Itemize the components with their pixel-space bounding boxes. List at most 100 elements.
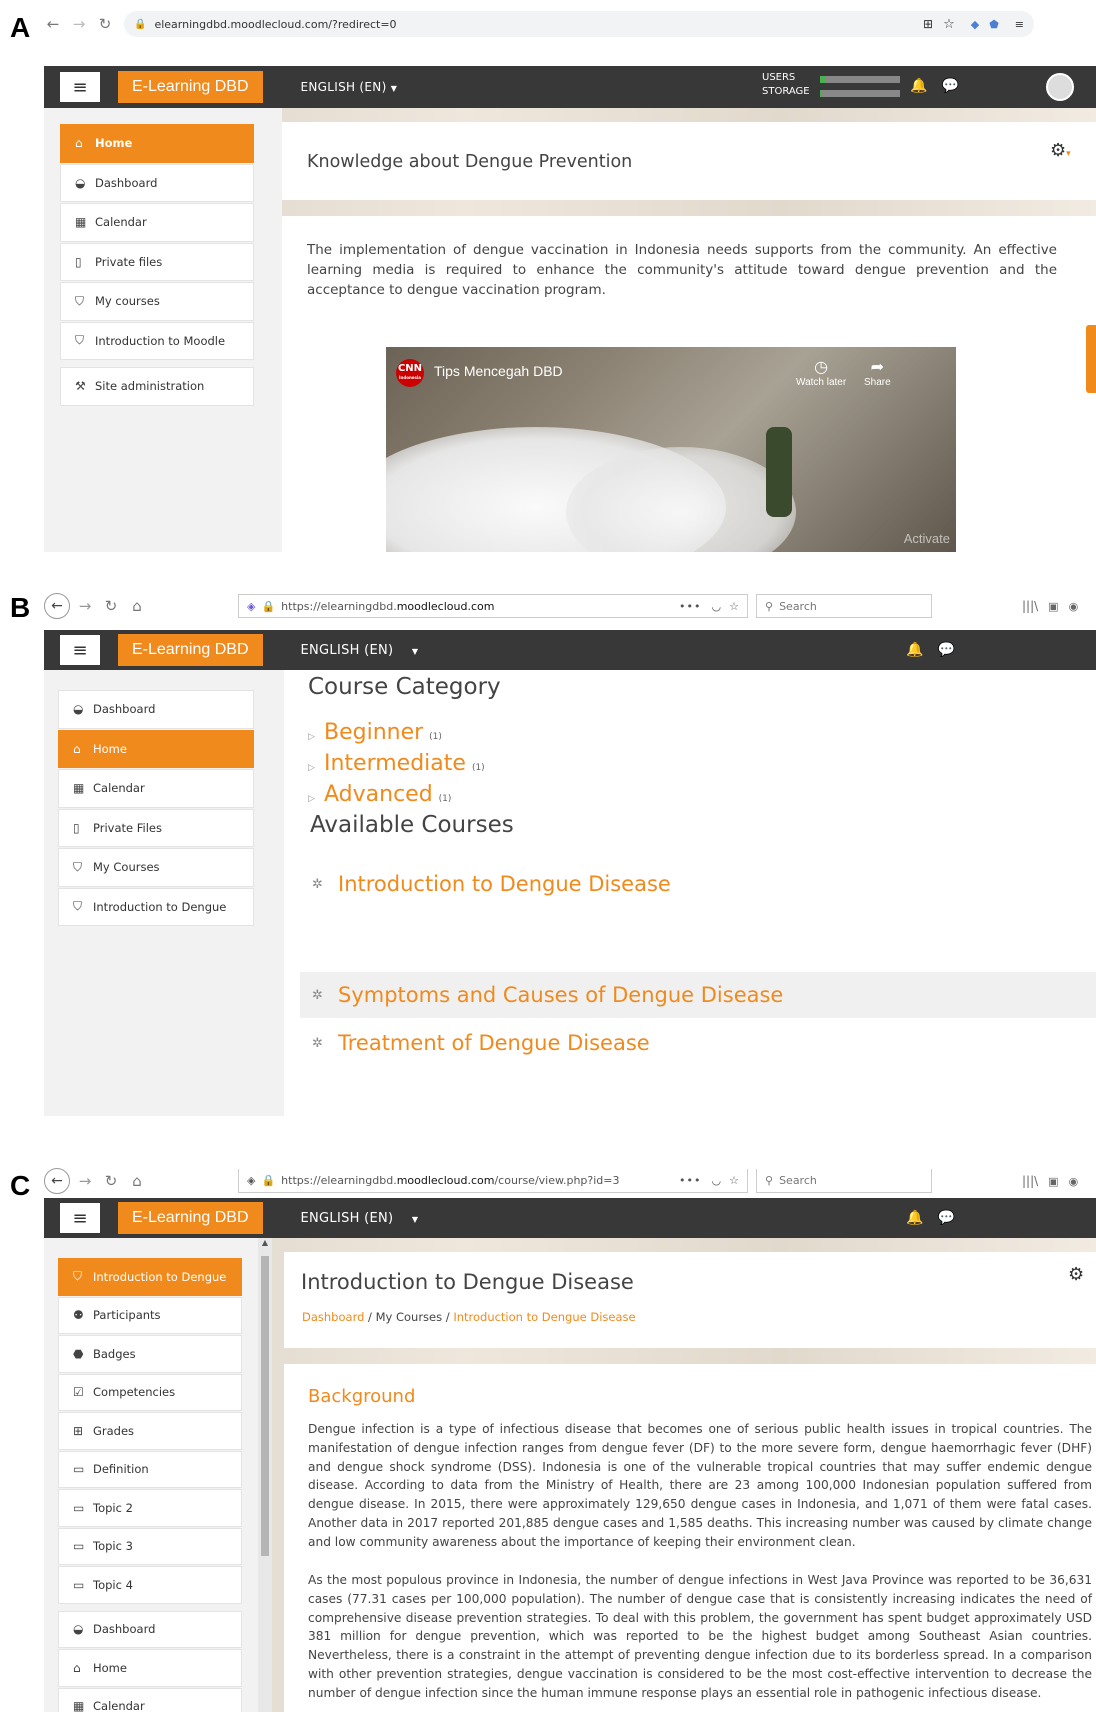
menu-toggle-icon[interactable]: ≡	[60, 72, 100, 102]
expand-caret-icon[interactable]: ▷	[308, 732, 324, 742]
brand-logo[interactable]: E-Learning DBD	[118, 1202, 263, 1234]
expand-caret-icon[interactable]: ▷	[308, 763, 324, 773]
pocket-icon[interactable]: ◡	[712, 600, 722, 613]
category-item[interactable]: ▷ Intermediate (1)	[308, 751, 485, 782]
course-item[interactable]: ✲ Introduction to Dengue Disease	[300, 864, 1096, 904]
watch-later-button[interactable]: ◷ Watch later	[796, 357, 846, 388]
sidebar-item-definition[interactable]: ▭ Definition	[58, 1450, 242, 1488]
account-icon[interactable]: ◉	[1069, 600, 1079, 613]
gear-icon[interactable]: ⚙	[1068, 1264, 1084, 1285]
sidebar-item-private-files[interactable]: ▯ Private files	[60, 242, 254, 281]
language-menu[interactable]: ENGLISH (EN) ▼	[301, 80, 398, 94]
translate-icon[interactable]: ⊞	[923, 17, 933, 31]
menu-toggle-icon[interactable]: ≡	[60, 635, 100, 665]
gear-icon[interactable]: ⚙▾	[1050, 140, 1071, 161]
sidebar-item-dashboard[interactable]: ◒ Dashboard	[58, 690, 254, 729]
star-icon[interactable]: ☆	[943, 17, 955, 32]
sidebar-item-badges[interactable]: ⬣ Badges	[58, 1335, 242, 1373]
avatar[interactable]	[1046, 73, 1074, 101]
category-item[interactable]: ▷ Advanced (1)	[308, 782, 485, 813]
more-icon[interactable]: •••	[679, 1174, 701, 1187]
bell-icon[interactable]: 🔔	[910, 78, 927, 94]
language-menu[interactable]: ENGLISH (EN) ▼	[301, 643, 419, 658]
address-bar[interactable]: 🔒 elearningdbd.moodlecloud.com/?redirect…	[124, 11, 1034, 37]
more-icon[interactable]: •••	[679, 600, 701, 613]
home-icon[interactable]: ⌂	[128, 1172, 146, 1190]
course-item[interactable]: ✲ Treatment of Dengue Disease	[300, 1020, 1096, 1066]
sidebar-item-home[interactable]: ⌂ Home	[58, 729, 254, 768]
address-bar[interactable]: ◈ 🔒 https://elearningdbd. moodlecloud.com…	[238, 1169, 748, 1193]
share-button[interactable]: ➦ Share	[864, 357, 891, 388]
scrollbar-thumb[interactable]	[261, 1256, 269, 1556]
library-icon[interactable]: |||\	[1022, 599, 1038, 613]
sidebar-item-dashboard[interactable]: ◒ Dashboard	[60, 163, 254, 202]
sidebar-item-introduction-to-dengue[interactable]: ⛉ Introduction to Dengue	[58, 1258, 242, 1296]
home-icon[interactable]: ⌂	[128, 597, 146, 615]
bell-icon[interactable]: 🔔	[906, 1210, 923, 1226]
sidebar-item-competencies[interactable]: ☑ Competencies	[58, 1373, 242, 1411]
sidebar-item-topic-2[interactable]: ▭ Topic 2	[58, 1489, 242, 1527]
back-icon[interactable]: ←	[44, 1168, 70, 1194]
account-icon[interactable]: ◉	[1069, 1175, 1079, 1188]
sidebar-item-calendar[interactable]: ▦ Calendar	[58, 769, 254, 808]
chat-icon[interactable]: 💬	[941, 78, 958, 94]
course-item[interactable]: ✲ Symptoms and Causes of Dengue Disease	[300, 972, 1096, 1018]
sidebar-item-topic-4[interactable]: ▭ Topic 4	[58, 1566, 242, 1604]
forward-icon[interactable]: →	[76, 1172, 94, 1190]
back-icon[interactable]: ←	[44, 593, 70, 619]
star-icon[interactable]: ☆	[729, 1174, 739, 1187]
sidebar-item-introduction-to-dengue[interactable]: ⛉ Introduction to Dengue	[58, 887, 254, 926]
sidebar-icon[interactable]: ▣	[1048, 600, 1058, 613]
course-link[interactable]: Symptoms and Causes of Dengue Disease	[338, 983, 783, 1007]
reload-icon[interactable]: ↻	[102, 597, 120, 615]
bell-icon[interactable]: 🔔	[906, 642, 923, 658]
language-menu[interactable]: ENGLISH (EN) ▼	[301, 1211, 419, 1226]
menu-toggle-icon[interactable]: ≡	[60, 1203, 100, 1233]
pocket-icon[interactable]: ◡	[712, 1174, 722, 1187]
reload-icon[interactable]: ↻	[96, 15, 114, 33]
sidebar-item-grades[interactable]: ⊞ Grades	[58, 1412, 242, 1450]
category-item[interactable]: ▷ Beginner (1)	[308, 720, 485, 751]
course-link[interactable]: Treatment of Dengue Disease	[338, 1031, 650, 1055]
sidebar-item-my-courses[interactable]: ⛉ My Courses	[58, 848, 254, 887]
sidebar-item-dashboard[interactable]: ◒ Dashboard	[58, 1610, 242, 1648]
course-link[interactable]: Introduction to Dengue Disease	[338, 872, 671, 896]
breadcrumb-item[interactable]: Dashboard	[302, 1310, 364, 1324]
category-link[interactable]: Beginner	[324, 720, 423, 745]
chat-icon[interactable]: 💬	[937, 1210, 954, 1226]
library-icon[interactable]: |||\	[1022, 1174, 1038, 1188]
chat-icon[interactable]: 💬	[937, 642, 954, 658]
expand-caret-icon[interactable]: ▷	[308, 794, 324, 804]
star-icon[interactable]: ☆	[729, 600, 739, 613]
address-bar[interactable]: ◈ 🔒 https://elearningdbd. moodlecloud.com…	[238, 594, 748, 618]
brand-logo[interactable]: E-Learning DBD	[118, 634, 263, 666]
extension-icon[interactable]: ⬟	[989, 18, 999, 31]
sidebar-item-private-files[interactable]: ▯ Private Files	[58, 808, 254, 847]
brand-logo[interactable]: E-Learning DBD	[118, 71, 263, 103]
sidebar-item-home[interactable]: ⌂ Home	[58, 1649, 242, 1687]
back-icon[interactable]: ←	[44, 15, 62, 33]
sidebar-item-calendar[interactable]: ▦ Calendar	[60, 203, 254, 242]
search-input[interactable]: ⚲ Search	[756, 1169, 932, 1193]
scroll-up-icon[interactable]: ▲	[258, 1238, 272, 1247]
sidebar-scrollbar[interactable]: ▲	[258, 1238, 272, 1712]
video-player[interactable]: CNN Indonesia Tips Mencegah DBD ◷ Watch la…	[386, 347, 956, 552]
sidebar-item-home[interactable]: ⌂ Home	[60, 124, 254, 163]
reading-list-icon[interactable]: ≡	[1015, 18, 1024, 31]
sidebar-item-participants[interactable]: ⚉ Participants	[58, 1296, 242, 1334]
side-tab[interactable]	[1086, 325, 1096, 393]
sidebar-item-my-courses[interactable]: ⛉ My courses	[60, 282, 254, 321]
sidebar-item-calendar[interactable]: ▦ Calendar	[58, 1687, 242, 1712]
category-link[interactable]: Intermediate	[324, 751, 466, 776]
reload-icon[interactable]: ↻	[102, 1172, 120, 1190]
category-link[interactable]: Advanced	[324, 782, 433, 807]
forward-icon[interactable]: →	[70, 15, 88, 33]
extension-icon[interactable]: ◆	[971, 18, 979, 31]
breadcrumb-item[interactable]: My Courses	[376, 1310, 443, 1324]
search-input[interactable]: ⚲ Search	[756, 594, 932, 618]
forward-icon[interactable]: →	[76, 597, 94, 615]
sidebar-item-introduction-to-moodle[interactable]: ⛉ Introduction to Moodle	[60, 321, 254, 360]
breadcrumb-item[interactable]: Introduction to Dengue Disease	[453, 1310, 635, 1324]
sidebar-item-site-administration[interactable]: ⚒ Site administration	[60, 367, 254, 406]
sidebar-item-topic-3[interactable]: ▭ Topic 3	[58, 1527, 242, 1565]
